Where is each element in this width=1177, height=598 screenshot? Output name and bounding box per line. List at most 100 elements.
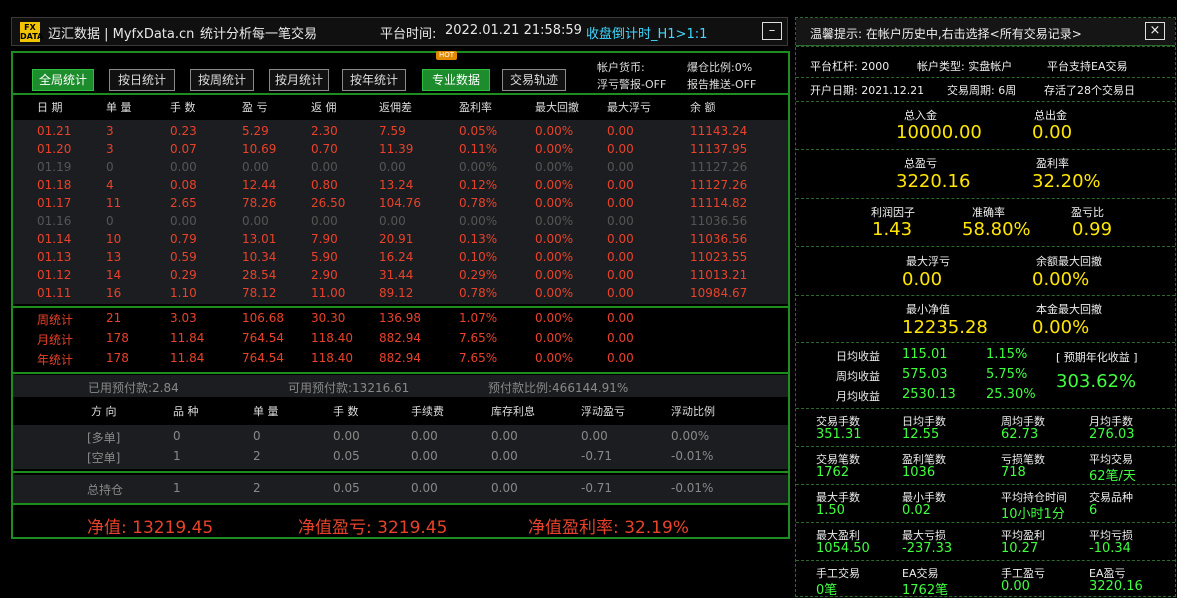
margin-bar: 已用预付款:2.84 可用预付款:13216.61 预付款比例:466144.9… xyxy=(13,375,788,397)
table-cell: 0.00 xyxy=(411,449,438,463)
table-cell: 0.79 xyxy=(170,232,197,246)
table-cell: 0.00 xyxy=(333,429,360,443)
table-cell: 10984.67 xyxy=(690,286,748,300)
float-alert[interactable]: 浮亏警报-OFF xyxy=(597,76,666,92)
report-push[interactable]: 报告推送-OFF xyxy=(687,76,756,92)
tip-text: 温馨提示: 在帐户历史中,右击选择<所有交易记录> xyxy=(810,27,1082,41)
tab-2[interactable]: 按日统计 xyxy=(109,69,175,91)
blast-ratio: 爆仓比例:0% xyxy=(687,61,753,74)
avg-value: 2530.13 xyxy=(902,387,956,402)
table-cell: 0 xyxy=(173,429,181,443)
deposit-label: 总入金 xyxy=(904,109,937,122)
table-cell: 01.14 xyxy=(37,232,72,246)
stat-value: 62.73 xyxy=(1001,427,1039,442)
table-cell: 0.00% xyxy=(671,429,710,443)
minimize-button[interactable]: – xyxy=(762,22,782,40)
tab-5[interactable]: 按年统计 xyxy=(342,69,406,91)
table-cell: 5.29 xyxy=(242,124,269,138)
max-float-loss-label: 最大浮亏 xyxy=(906,255,950,268)
column-header: 日 期 xyxy=(37,101,63,114)
column-header: 品 种 xyxy=(173,405,199,418)
column-header: 单 量 xyxy=(253,405,279,418)
table-cell: 20.91 xyxy=(379,232,414,246)
table-cell: 0.12% xyxy=(459,178,498,192)
table-cell: 0.23 xyxy=(170,124,197,138)
table-cell: 0.00 xyxy=(170,214,197,228)
stat-value: -237.33 xyxy=(902,541,953,556)
table-cell: 11.84 xyxy=(170,351,205,365)
annual-return-label: [ 预期年化收益 ] xyxy=(1056,351,1138,364)
table-cell: 0.78% xyxy=(459,286,498,300)
divider xyxy=(796,484,1175,485)
column-header: 手 数 xyxy=(333,405,359,418)
table-cell: -0.71 xyxy=(581,449,613,463)
table-cell: 0.00 xyxy=(379,160,406,174)
table-cell: 31.44 xyxy=(379,268,414,282)
divider xyxy=(13,93,788,95)
table-cell: 3 xyxy=(106,124,114,138)
tab-3[interactable]: 按周统计 xyxy=(190,69,254,91)
table-cell: 0.05% xyxy=(459,124,498,138)
annual-return-value: 303.62% xyxy=(1056,371,1137,392)
divider xyxy=(796,149,1175,150)
table-cell: 0.00 xyxy=(607,250,634,264)
table-cell: 01.18 xyxy=(37,178,72,192)
table-cell: 0.29% xyxy=(459,268,498,282)
divider xyxy=(796,295,1175,296)
avg-percent: 25.30% xyxy=(986,387,1036,402)
tab-6[interactable]: 专业数据 xyxy=(422,69,490,91)
table-cell: 0.05 xyxy=(333,481,360,495)
table-cell: 0.00 xyxy=(379,214,406,228)
table-cell: 11036.56 xyxy=(690,214,748,228)
balance-drawdown-value: 0.00% xyxy=(1032,269,1090,290)
avg-label: 日均收益 xyxy=(836,350,880,363)
table-cell: 0.00 xyxy=(411,429,438,443)
divider xyxy=(796,77,1175,78)
tab-1[interactable]: 全局统计 xyxy=(32,69,94,91)
stat-value: 1036 xyxy=(902,465,936,480)
tab-7[interactable]: 交易轨迹 xyxy=(502,69,566,91)
table-cell: 0.00% xyxy=(459,160,498,174)
table-cell: 89.12 xyxy=(379,286,414,300)
account-currency: 帐户货币: xyxy=(597,61,645,74)
open-date: 开户日期: 2021.12.21 xyxy=(810,84,925,97)
stat-value: 10.27 xyxy=(1001,541,1039,556)
table-cell: 4 xyxy=(106,178,114,192)
summary-row: 月统计 178 11.84 764.54 118.40 882.94 7.65% 0.00% 0… xyxy=(13,331,788,349)
stat-value: 0笔 xyxy=(816,583,838,598)
divider xyxy=(13,372,788,374)
table-cell: 764.54 xyxy=(242,351,284,365)
table-row: 01.12 14 0.29 28.54 2.90 31.44 0.29% 0.00% 0.00 1… xyxy=(13,268,788,286)
table-cell: 0.07 xyxy=(170,142,197,156)
stats-panel: 温馨提示: 在帐户历史中,右击选择<所有交易记录> × 平台杠杆: 2000 帐… xyxy=(795,17,1176,598)
table-cell: 年统计 xyxy=(37,353,74,367)
tab-label: 按日统计 xyxy=(117,73,166,87)
column-header: 盈 亏 xyxy=(242,101,268,114)
table-cell: [多单] xyxy=(87,431,121,445)
position-row: [空单] 1 2 0.05 0.00 0.00 -0.71 -0.01% xyxy=(13,449,788,467)
table-cell: 0.00% xyxy=(535,331,574,345)
table-cell: [空单] xyxy=(87,451,121,465)
table-cell: 01.21 xyxy=(37,124,72,138)
stat-value: 10小时1分 xyxy=(1001,507,1065,522)
avg-value: 575.03 xyxy=(902,367,948,382)
tab-4[interactable]: 按月统计 xyxy=(269,69,329,91)
table-row: 01.18 4 0.08 12.44 0.80 13.24 0.12% 0.00% 0.00 11… xyxy=(13,178,788,196)
table-cell: 11.84 xyxy=(170,331,205,345)
table-cell: 1.10 xyxy=(170,286,197,300)
column-header: 盈利率 xyxy=(459,101,492,114)
table-cell: 882.94 xyxy=(379,331,421,345)
stat-value: 0.00 xyxy=(1001,579,1030,594)
table-cell: 11114.82 xyxy=(690,196,748,210)
close-button[interactable]: × xyxy=(1145,22,1165,40)
divider xyxy=(796,46,1175,47)
table-cell: 14 xyxy=(106,268,122,282)
table-cell: 01.12 xyxy=(37,268,72,282)
table-cell: 0.00% xyxy=(535,142,574,156)
table-cell: 01.11 xyxy=(37,286,72,300)
stat-value: 351.31 xyxy=(816,427,862,442)
table-row: 01.19 0 0.00 0.00 0.00 0.00 0.00% 0.00% 0.00 1112… xyxy=(13,160,788,178)
table-cell: 0.00 xyxy=(411,481,438,495)
profit-factor-value: 1.43 xyxy=(872,219,913,240)
avg-value: 115.01 xyxy=(902,347,948,362)
